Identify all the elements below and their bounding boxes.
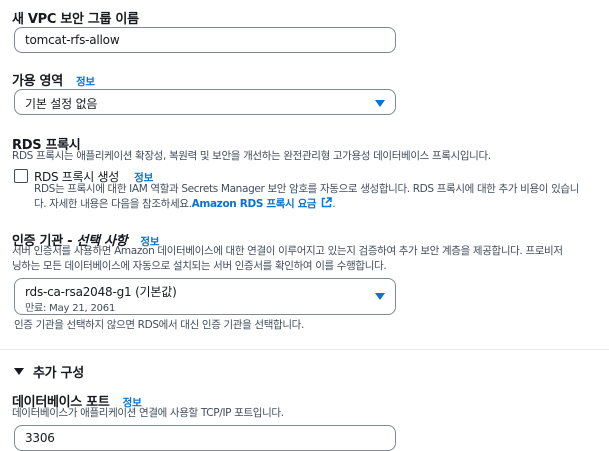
az-selected-value: 기본 설정 없음 (25, 97, 98, 111)
db-port-value: 3306 (25, 431, 55, 445)
rds-proxy-checkbox[interactable] (14, 169, 28, 183)
az-label: 가용 영역 (12, 74, 63, 89)
vpc-sg-name-input[interactable]: tomcat-rfs-allow (14, 27, 396, 53)
rds-proxy-checkbox-desc-line1: RDS는 프록시에 대한 IAM 역할과 Secrets Manager 보안 … (34, 183, 580, 195)
db-port-input[interactable]: 3306 (14, 425, 396, 451)
ca-description-line2: 닝하는 모든 데이터베이스에 자동으로 설치되는 서버 인증서를 확인하여 이를… (12, 260, 387, 272)
ca-selected-expiry: 만료: May 21, 2061 (25, 303, 116, 314)
rds-proxy-description: RDS 프록시는 애플리케이션 확장성, 복원력 및 보안을 개선하는 완전관리… (12, 150, 491, 162)
ca-description: 서버 인증서를 사용하면 Amazon 데이터베이스에 대한 연결이 이루어지고… (12, 244, 563, 274)
rds-proxy-pricing-link[interactable]: Amazon RDS 프록시 요금 (192, 198, 317, 210)
caret-down-icon (14, 368, 24, 375)
ca-hint: 인증 기관을 선택하지 않으면 RDS에서 대신 인증 기관을 선택합니다. (14, 319, 304, 331)
az-label-row: 가용 영역 정보 (12, 70, 95, 89)
vpc-sg-name-label: 새 VPC 보안 그룹 이름 (12, 12, 139, 27)
ca-selected-value: rds-ca-rsa2048-g1 (기본값) (25, 285, 177, 299)
ca-select[interactable]: rds-ca-rsa2048-g1 (기본값) 만료: May 21, 2061 (14, 278, 396, 315)
vpc-sg-name-value: tomcat-rfs-allow (25, 33, 120, 47)
external-link-icon[interactable] (321, 197, 332, 208)
chevron-down-icon (375, 293, 385, 300)
section-divider (0, 349, 609, 350)
rds-proxy-checkbox-desc: RDS는 프록시에 대한 IAM 역할과 Secrets Manager 보안 … (34, 182, 579, 212)
az-info-link[interactable]: 정보 (76, 76, 95, 88)
additional-config-toggle[interactable]: 추가 구성 (14, 362, 84, 381)
additional-config-title: 추가 구성 (33, 366, 84, 381)
ca-description-line1: 서버 인증서를 사용하면 Amazon 데이터베이스에 대한 연결이 이루어지고… (12, 245, 563, 257)
chevron-down-icon (375, 100, 385, 107)
rds-proxy-desc-end: . (332, 198, 336, 210)
az-select[interactable]: 기본 설정 없음 (14, 89, 396, 115)
rds-proxy-checkbox-desc-text: 다. 자세한 내용은 다음을 참조하세요. (34, 198, 192, 210)
db-port-description: 데이터베이스가 애플리케이션 연결에 사용할 TCP/IP 포트입니다. (12, 407, 284, 419)
rds-proxy-checkbox-desc-line2: 다. 자세한 내용은 다음을 참조하세요.Amazon RDS 프록시 요금 . (34, 197, 579, 212)
